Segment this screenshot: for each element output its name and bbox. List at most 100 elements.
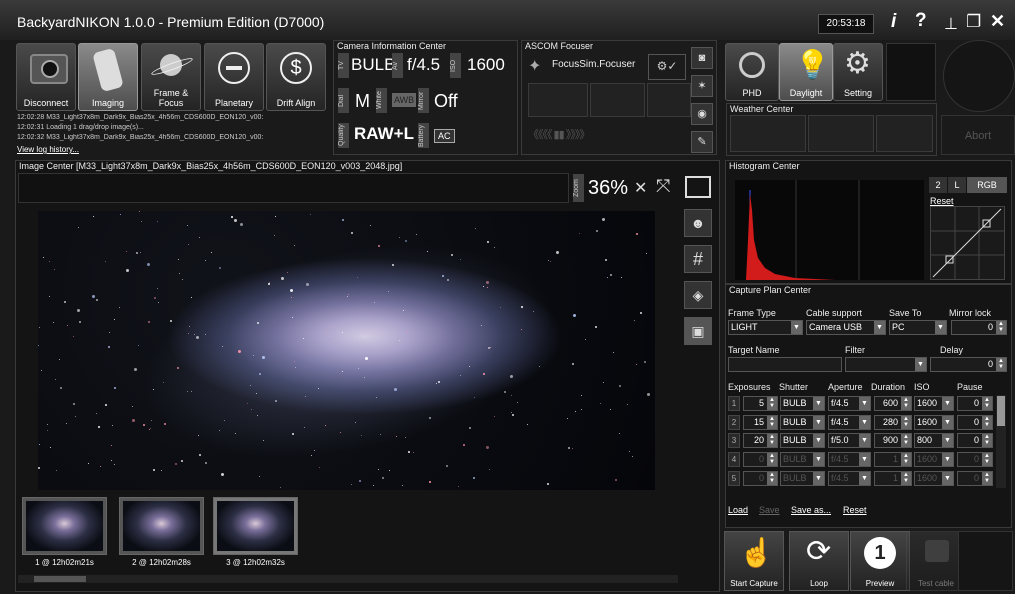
star-dot [153, 469, 155, 471]
filter-select[interactable]: ▼ [845, 357, 927, 372]
cable-select[interactable]: Camera USB ▼ [806, 320, 886, 335]
thumbnail-scrollbar[interactable] [18, 575, 678, 583]
wrench-icon[interactable]: ✎ [691, 131, 713, 153]
iso-select[interactable]: 1600 ▼ [914, 396, 954, 411]
frame-type-select[interactable]: LIGHT ▼ [728, 320, 803, 335]
shutter-select[interactable]: BULB ▼ [780, 396, 825, 411]
duration-stepper[interactable]: 1 ▲ ▼ [874, 471, 912, 486]
curve-editor[interactable] [930, 206, 1005, 280]
aperture-select[interactable]: f/4.5 ▼ [828, 396, 871, 411]
iso-select[interactable]: 1600 ▼ [914, 471, 954, 486]
star-dot [314, 450, 315, 451]
daylight-button[interactable]: 💡 Daylight [779, 43, 833, 101]
save-as-link[interactable]: Save as... [791, 505, 831, 515]
exposures-stepper[interactable]: 5 ▲ ▼ [743, 396, 778, 411]
pause-stepper[interactable]: 0 ▲ ▼ [957, 452, 993, 467]
histogram-reset-link[interactable]: Reset [930, 196, 954, 206]
minimize-icon[interactable]: ⊥ [944, 14, 958, 34]
av-value[interactable]: f/4.5 [407, 55, 440, 75]
focuser-settings-icon[interactable]: ⚙✓ [648, 54, 686, 80]
iso-value[interactable]: 1600 [467, 55, 505, 75]
planetary-button[interactable]: Planetary [204, 43, 264, 111]
image-view-icon[interactable]: ▣ [684, 317, 712, 345]
aperture-select[interactable]: f/4.5 ▼ [828, 415, 871, 430]
save-to-select[interactable]: PC ▼ [889, 320, 947, 335]
close-icon[interactable]: ✕ [990, 11, 1005, 32]
expand-icon[interactable]: ⤧ [656, 176, 670, 197]
focuser-name[interactable]: FocusSim.Focuser [552, 59, 635, 70]
grid-icon[interactable]: # [684, 245, 712, 273]
pause-stepper[interactable]: 0 ▲ ▼ [957, 415, 993, 430]
main-image[interactable] [38, 211, 655, 490]
load-link[interactable]: Load [728, 505, 748, 515]
star-dot [340, 432, 341, 433]
pause-stepper[interactable]: 0 ▲ ▼ [957, 396, 993, 411]
exposures-stepper[interactable]: 0 ▲ ▼ [743, 452, 778, 467]
zoom-fit-icon[interactable]: ✕ [634, 178, 647, 198]
quality-value[interactable]: RAW+L [354, 124, 414, 144]
setting-button[interactable]: ⚙ Setting [833, 43, 883, 101]
table-scrollbar[interactable] [996, 395, 1006, 488]
hist-tab-rgb[interactable]: RGB [967, 177, 1007, 193]
duration-stepper[interactable]: 900 ▲ ▼ [874, 433, 912, 448]
thumbnail[interactable] [213, 497, 298, 555]
abort-button[interactable]: Abort [941, 115, 1015, 155]
log-history-link[interactable]: View log history... [17, 145, 79, 154]
hist-tab-2[interactable]: 2 [929, 177, 947, 193]
thumbnail[interactable] [119, 497, 204, 555]
restore-icon[interactable]: ❐ [966, 12, 981, 32]
dial-value[interactable]: M [355, 91, 370, 112]
mask-icon[interactable]: ☻ [684, 209, 712, 237]
exposures-stepper[interactable]: 20 ▲ ▼ [743, 433, 778, 448]
disconnect-button[interactable]: Disconnect [16, 43, 76, 111]
zoom-value[interactable]: 36% [588, 177, 628, 200]
pause-stepper[interactable]: 0 ▲ ▼ [957, 471, 993, 486]
info-icon[interactable]: i [891, 11, 896, 33]
test-cable-button[interactable]: Test cable [906, 531, 966, 591]
white-balance-value[interactable]: AWB [392, 93, 417, 107]
camera-small-icon[interactable]: ◙ [691, 47, 713, 69]
save-link[interactable]: Save [759, 505, 780, 515]
shutter-select[interactable]: BULB ▼ [780, 415, 825, 430]
pause-stepper[interactable]: 0 ▲ ▼ [957, 433, 993, 448]
mirror-value[interactable]: Off [434, 91, 458, 112]
shutter-select[interactable]: BULB ▼ [780, 471, 825, 486]
loop-button[interactable]: ⟳ Loop [789, 531, 849, 591]
monitor-icon[interactable] [685, 176, 711, 198]
hist-tab-l[interactable]: L [948, 177, 966, 193]
star-dot [399, 340, 400, 341]
reset-link[interactable]: Reset [843, 505, 867, 515]
phd-button[interactable]: PHD [725, 43, 779, 101]
duration-stepper[interactable]: 280 ▲ ▼ [874, 415, 912, 430]
thumbnail[interactable] [22, 497, 107, 555]
iso-select[interactable]: 1600 ▼ [914, 415, 954, 430]
imaging-button[interactable]: Imaging [78, 43, 138, 111]
drift-align-button[interactable]: $ Drift Align [266, 43, 326, 111]
sensor-icon[interactable]: ◈ [684, 281, 712, 309]
focuser-move-controls[interactable]: 《《《《 ▮▮ 》》》》 [528, 126, 590, 142]
iso-select[interactable]: 800 ▼ [914, 433, 954, 448]
help-icon[interactable]: ? [915, 10, 927, 32]
preview-button[interactable]: 1 Preview [850, 531, 910, 591]
battery-label: Battery [418, 123, 429, 148]
aperture-select[interactable]: f/5.0 ▼ [828, 433, 871, 448]
star-small-icon[interactable]: ✶ [691, 75, 713, 97]
aperture-select[interactable]: f/4.5 ▼ [828, 452, 871, 467]
exposures-stepper[interactable]: 0 ▲ ▼ [743, 471, 778, 486]
iso-select[interactable]: 1600 ▼ [914, 452, 954, 467]
star-icon[interactable]: ✦ [528, 56, 541, 76]
start-capture-button[interactable]: ☝ Start Capture [724, 531, 784, 591]
shutter-select[interactable]: BULB ▼ [780, 452, 825, 467]
aperture-icon[interactable]: ◉ [691, 103, 713, 125]
action-label: Test cable [917, 579, 955, 588]
aperture-select[interactable]: f/4.5 ▼ [828, 471, 871, 486]
shutter-select[interactable]: BULB ▼ [780, 433, 825, 448]
exposures-stepper[interactable]: 15 ▲ ▼ [743, 415, 778, 430]
tv-value[interactable]: BULB [351, 55, 395, 75]
frame-focus-button[interactable]: Frame & Focus [141, 43, 201, 111]
mirror-lock-stepper[interactable]: 0 ▲ ▼ [951, 320, 1007, 335]
duration-stepper[interactable]: 600 ▲ ▼ [874, 396, 912, 411]
delay-stepper[interactable]: 0 ▲ ▼ [930, 357, 1007, 372]
duration-stepper[interactable]: 1 ▲ ▼ [874, 452, 912, 467]
target-input[interactable] [728, 357, 842, 372]
